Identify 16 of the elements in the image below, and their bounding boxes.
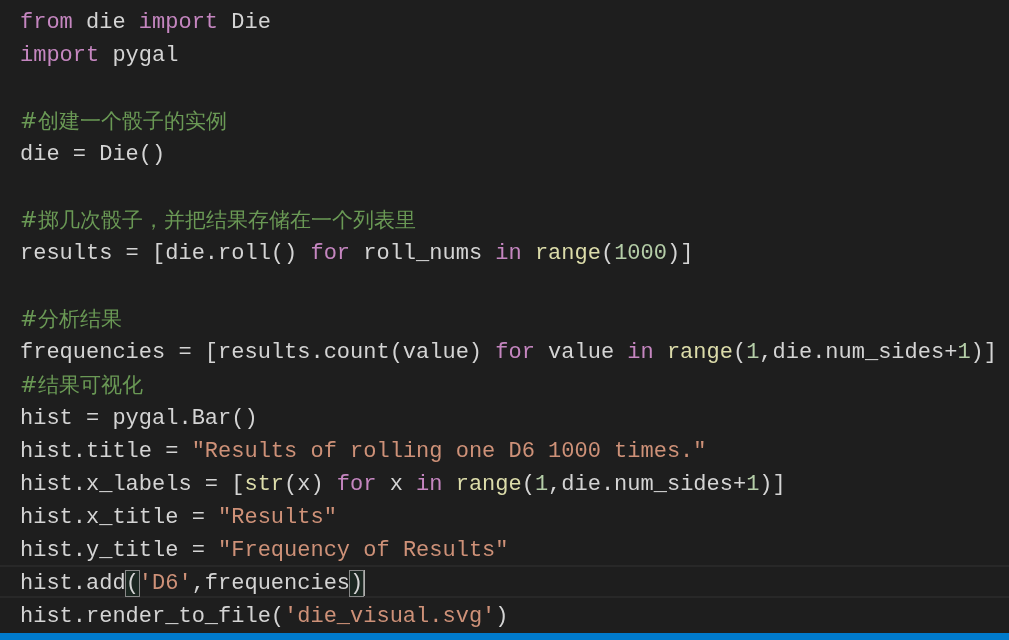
code-line: hist.title = "Results of rolling one D6 1000 times." [19,438,708,466]
code-line: import pygal [19,42,180,70]
code-line: frequencies = [results.count(value) for value in range(1,die.num_sides+1)] [19,339,998,367]
code-line: hist.y_title = "Frequency of Results" [19,537,510,565]
code-line: from die import Die [19,9,272,37]
code-line: #掷几次骰子，并把结果存储在一个列表里 [19,207,417,234]
code-line: #创建一个骰子的实例 [19,108,228,135]
code-line: hist = pygal.Bar() [19,405,259,433]
code-line: results = [die.roll() for roll_nums in range(1000)] [19,240,695,268]
code-line: hist.render_to_file('die_visual.svg') [19,603,510,631]
code-line: hist.x_title = "Results" [19,504,338,532]
code-line: #分析结果 [19,306,123,333]
code-line: die = Die() [19,141,167,169]
code-line: hist.x_labels = [str(x) for x in range(1,die.num_sides+1)] [19,471,787,499]
code-line: hist.add('D6',frequencies) [0,565,1009,598]
code-line: #结果可视化 [19,372,144,399]
